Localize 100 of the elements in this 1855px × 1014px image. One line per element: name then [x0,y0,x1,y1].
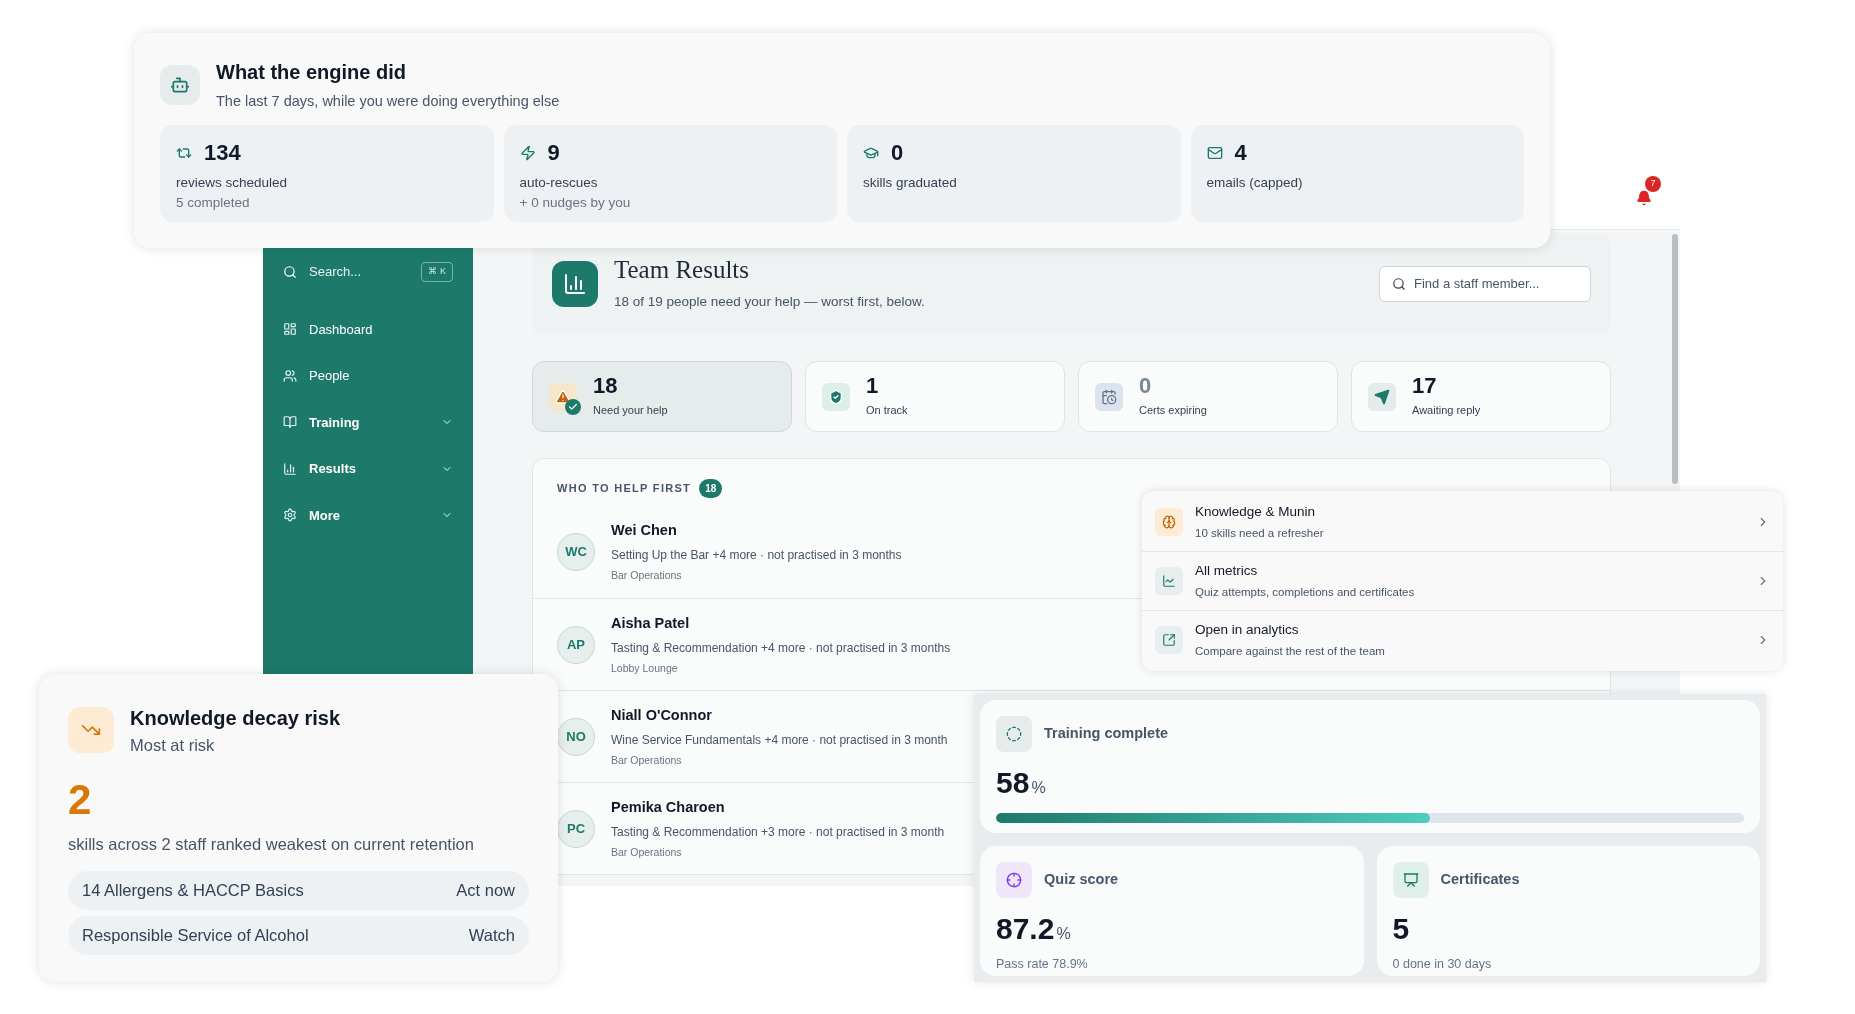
skill-name: 14 Allergens & HACCP Basics [82,879,304,901]
count-badge: 18 [699,479,723,498]
engine-stat-note: 5 completed [176,194,251,212]
engine-title: What the engine did [216,60,407,85]
decay-description: skills across 2 staff ranked weakest on current retention [68,833,475,855]
engine-stat-label: auto-rescues [519,173,599,192]
avatar: WC [557,533,595,571]
metric-note: 0 done in 30 days [1392,956,1493,973]
person-detail: Tasting & Recommendation +3 more · not practised in 3 month [611,823,945,841]
people-icon [283,368,297,383]
person-team: Bar Operations [611,752,683,768]
stat-tile[interactable]: 18 Need your help [532,361,792,432]
metric-label: Quiz score [1044,870,1119,890]
metric-note: Pass rate 78.9% [996,956,1089,973]
nav-item[interactable]: More [279,492,457,539]
send-icon [1374,388,1390,405]
page-title: Team Results [614,255,751,284]
line-chart-icon [1162,574,1176,588]
person-team: Lobby Lounge [611,660,679,676]
stat-label: Certs expiring [1139,403,1207,419]
avatar: NO [557,717,595,756]
shield-icon [828,388,844,405]
metric-value: 58 [996,765,1030,801]
dashed-circle-icon [1006,726,1022,742]
metric-label: Certificates [1440,870,1520,890]
person-detail: Wine Service Fundamentals +4 more · not practised in 3 month [611,731,948,749]
stat-tile[interactable]: 17 Awaiting reply [1351,361,1611,432]
metric-value: 87.2 [996,911,1055,947]
stat-label: Awaiting reply [1412,403,1481,419]
link-title: Knowledge & Munin [1195,503,1317,522]
avatar: PC [557,809,595,848]
link-title: All metrics [1195,562,1259,581]
shortcut-hint: ⌘ K [421,262,453,282]
decay-subtitle: Most at risk [130,735,216,756]
nav-item[interactable]: People [279,352,457,399]
section-heading: WHO TO HELP FIRST [557,481,692,497]
bolt-icon [519,144,536,161]
link-row[interactable]: Knowledge & Munin 10 skills need a refresher [1142,493,1783,551]
link-subtitle: 10 skills need a refresher [1195,525,1325,541]
person-name: Niall O'Connor [611,705,713,725]
bar-chart-icon [563,272,587,296]
dashboard-icon [283,322,297,337]
link-row[interactable]: Open in analytics Compare against the rest of the team [1142,610,1783,669]
engine-stat-value: 9 [547,140,560,165]
metric-unit: % [1056,924,1071,944]
metric-label: Training complete [1044,724,1169,744]
settings-icon [283,508,297,523]
mail-icon [1206,144,1223,161]
stat-tile[interactable]: 0 Certs expiring [1078,361,1338,432]
skill-name: Responsible Service of Alcohol [82,924,309,946]
engine-stat-value: 0 [891,140,904,165]
calendar-icon [1101,388,1117,405]
book-icon [283,415,297,430]
link-subtitle: Compare against the rest of the team [1195,643,1386,659]
skill-status: Watch [468,924,515,946]
nav-item[interactable]: Results [279,445,457,492]
search-icon [1392,277,1406,291]
engine-subtitle: The last 7 days, while you were doing everything else [216,92,560,111]
avatar: AP [557,625,595,664]
skill-row[interactable]: 14 Allergens & HACCP Basics Act now [68,870,529,910]
person-team: Bar Operations [611,568,683,583]
engine-stat-note: + 0 nudges by you [519,194,632,212]
brain-icon [1162,515,1176,529]
link-title: Open in analytics [1195,621,1300,640]
engine-stat-label: reviews scheduled [176,173,289,192]
person-detail: Setting Up the Bar +4 more · not practised in 3 months [611,547,902,564]
staff-search-field[interactable]: Find a staff member... [1379,266,1591,302]
nav-item[interactable]: Dashboard [279,306,457,353]
link-row[interactable]: All metrics Quiz attempts, completions and certificates [1142,551,1783,610]
notification-count: 7 [1645,175,1661,192]
skill-status: Act now [456,879,515,901]
notifications-bell-icon[interactable] [1636,189,1652,206]
search-field[interactable]: Search... ⌘ K [279,258,457,286]
metric-unit: % [1031,778,1046,798]
external-link-icon [1162,633,1176,647]
person-team: Bar Operations [611,844,683,860]
metric-value: 5 [1392,911,1411,947]
stat-label: On track [866,403,908,419]
crosshair-icon [1006,872,1022,888]
stat-value: 18 [593,374,619,399]
decay-title: Knowledge decay risk [130,706,341,731]
stat-value: 1 [866,374,880,399]
search-icon [283,265,297,279]
link-subtitle: Quiz attempts, completions and certificates [1195,584,1416,600]
engine-stat-value: 134 [204,140,241,165]
nav-item[interactable]: Training [279,399,457,446]
person-detail: Tasting & Recommendation +4 more · not practised in 3 months [611,639,951,657]
stat-value: 0 [1139,374,1153,399]
page-subtitle: 18 of 19 people need your help — worst first, below. [614,292,926,311]
person-name: Pemika Charoen [611,797,726,817]
engine-stat-label: skills graduated [863,173,958,192]
person-name: Wei Chen [611,521,678,541]
risk-count: 2 [68,775,93,824]
bar-chart-icon [283,461,297,476]
person-name: Aisha Patel [611,613,691,633]
stat-tile[interactable]: 1 On track [805,361,1065,432]
stat-value: 17 [1412,374,1438,399]
skill-row[interactable]: Responsible Service of Alcohol Watch [68,915,529,955]
engine-stat-label: emails (capped) [1206,173,1304,192]
stat-label: Need your help [593,403,668,419]
